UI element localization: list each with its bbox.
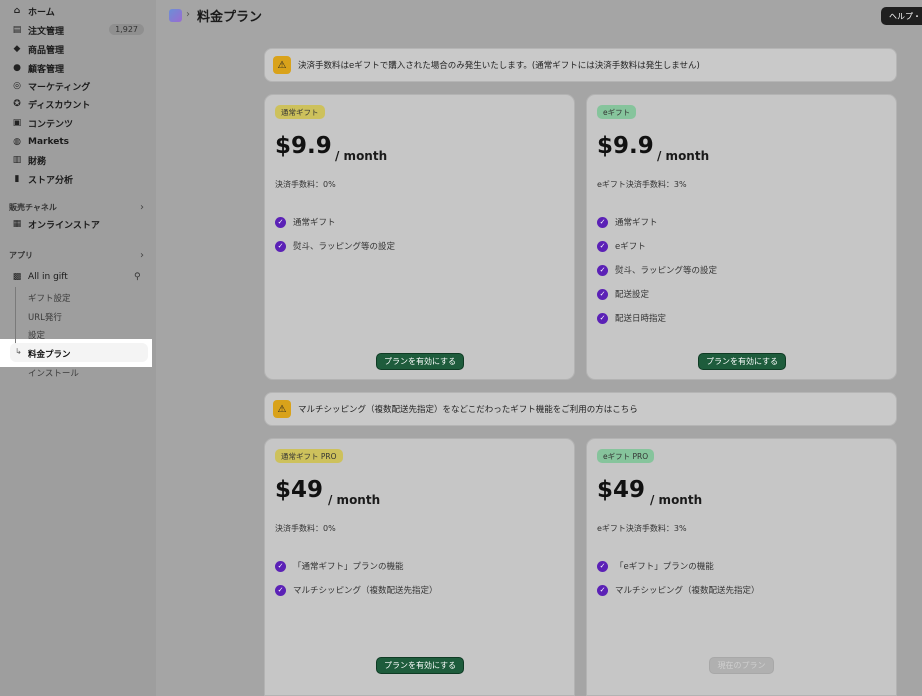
plan-fee: eギフト決済手数料：3% [597, 524, 687, 533]
plan-tag: 通常ギフト [275, 105, 325, 119]
check-circle-icon: ✓ [275, 216, 286, 228]
sidebar-item-markets[interactable]: ◍ Markets [0, 133, 150, 151]
feature-item: ✓ 「eギフト」プランの機能 [597, 560, 714, 572]
current-plan-button: 現在のプラン [709, 657, 774, 674]
feature-item: ✓ 「通常ギフト」プランの機能 [275, 560, 404, 572]
plan-price: $49 [275, 477, 324, 503]
app-logo-icon[interactable] [169, 9, 182, 22]
feature-item: ✓ 通常ギフト [597, 216, 658, 228]
sidebar-item-customers[interactable]: ● 顧客管理 [0, 59, 150, 77]
fee-notice-banner: ⚠ 決済手数料はeギフトで購入された場合のみ発生いたします。(通常ギフトには決済… [264, 48, 897, 82]
sidebar-item-analytics[interactable]: ▮ ストア分析 [0, 170, 150, 188]
plan-price: $49 [597, 477, 646, 503]
check-circle-icon: ✓ [597, 288, 608, 300]
plan-period: / month [650, 493, 703, 507]
activate-plan-button[interactable]: プランを有効にする [376, 353, 464, 370]
sidebar-subitem-install[interactable]: インストール [28, 367, 79, 379]
page-title: 料金プラン [197, 10, 263, 25]
plan-card-egift-pro: eギフト PRO $49 / month eギフト決済手数料：3% ✓ 「eギフト… [586, 438, 897, 696]
sidebar-item-orders[interactable]: ▤ 注文管理 1,927 [0, 21, 150, 39]
plan-price: $9.9 [597, 133, 654, 159]
check-circle-icon: ✓ [597, 560, 608, 572]
check-circle-icon: ✓ [597, 264, 608, 276]
pro-notice-banner: ⚠ マルチシッピング（複数配送先指定）をなどこだわったギフト機能をご利用の方はこ… [264, 392, 897, 426]
sidebar-subitem-pricing[interactable]: 料金プラン [28, 348, 71, 360]
plan-card-standard-pro: 通常ギフト PRO $49 / month 決済手数料：0% ✓ 「通常ギフト」プ… [264, 438, 575, 696]
plan-price: $9.9 [275, 133, 332, 159]
chart-icon: ▮ [14, 174, 20, 184]
inbox-icon: ▤ [12, 25, 22, 35]
check-circle-icon: ✓ [597, 216, 608, 228]
orders-count-badge: 1,927 [109, 24, 144, 35]
globe-icon: ◍ [13, 137, 21, 147]
bank-icon: ▥ [12, 155, 22, 165]
sidebar-item-discounts[interactable]: ✪ ディスカウント [0, 95, 150, 113]
feature-item: ✓ マルチシッピング（複数配送先指定） [597, 584, 760, 596]
chevron-right-icon[interactable]: › [140, 202, 144, 213]
breadcrumb-chevron-icon: › [186, 9, 190, 20]
feature-item: ✓ マルチシッピング（複数配送先指定） [275, 584, 438, 596]
sidebar-item-marketing[interactable]: ◎ マーケティング [0, 77, 150, 95]
sidebar-subitem-settings[interactable]: 設定 [28, 329, 45, 341]
sidebar-item-finance[interactable]: ▥ 財務 [0, 151, 150, 169]
plan-period: / month [657, 149, 710, 163]
sidebar-subitem-url[interactable]: URL発行 [28, 311, 62, 323]
feature-item: ✓ 熨斗、ラッピング等の設定 [275, 240, 395, 252]
sidebar-item-products[interactable]: ◆ 商品管理 [0, 40, 150, 58]
home-icon: ⌂ [13, 6, 21, 16]
check-circle-icon: ✓ [597, 312, 608, 324]
tag-icon: ◆ [13, 44, 21, 54]
help-button[interactable]: ヘルプ・ [881, 7, 922, 25]
person-icon: ● [13, 63, 21, 73]
content-icon: ▣ [12, 118, 22, 128]
sidebar-item-content[interactable]: ▣ コンテンツ [0, 114, 150, 132]
plan-tag: eギフト [597, 105, 637, 119]
plan-fee: 決済手数料：0% [275, 180, 336, 189]
chevron-right-icon[interactable]: › [140, 250, 144, 261]
check-circle-icon: ✓ [275, 240, 286, 252]
plan-fee: eギフト決済手数料：3% [597, 180, 687, 189]
check-circle-icon: ✓ [597, 240, 608, 252]
tree-branch-icon: ↳ [15, 347, 22, 356]
feature-item: ✓ 熨斗、ラッピング等の設定 [597, 264, 717, 276]
check-circle-icon: ✓ [275, 584, 286, 596]
sidebar-item-home[interactable]: ⌂ ホーム [0, 2, 150, 20]
check-circle-icon: ✓ [597, 584, 608, 596]
plan-tag: 通常ギフト PRO [275, 449, 343, 463]
warning-icon: ⚠ [273, 400, 291, 418]
app-icon: ▩ [12, 272, 22, 282]
store-icon: ▦ [12, 219, 22, 229]
feature-item: ✓ 配送設定 [597, 288, 649, 300]
sidebar-item-online-store[interactable]: ▦ オンラインストア [0, 215, 150, 233]
plan-card-egift: eギフト $9.9 / month eギフト決済手数料：3% ✓ 通常ギフト ✓ e… [586, 94, 897, 380]
sidebar: ⌂ ホーム ▤ 注文管理 1,927 ◆ 商品管理 ● 顧客管理 ◎ マーケティ… [0, 0, 156, 696]
plan-period: / month [335, 149, 388, 163]
activate-plan-button[interactable]: プランを有効にする [698, 353, 786, 370]
warning-icon: ⚠ [273, 56, 291, 74]
plan-period: / month [328, 493, 381, 507]
feature-item: ✓ eギフト [597, 240, 646, 252]
feature-item: ✓ 通常ギフト [275, 216, 336, 228]
activate-plan-button[interactable]: プランを有効にする [376, 657, 464, 674]
plan-fee: 決済手数料：0% [275, 524, 336, 533]
pin-icon[interactable]: ⚲ [134, 272, 141, 282]
target-icon: ◎ [13, 81, 21, 91]
sidebar-subitem-gift-settings[interactable]: ギフト設定 [28, 292, 71, 304]
check-circle-icon: ✓ [275, 560, 286, 572]
feature-item: ✓ 配送日時指定 [597, 312, 666, 324]
sidebar-item-app[interactable]: ▩ All in gift [0, 268, 150, 286]
apps-heading: アプリ [9, 251, 33, 260]
plan-card-standard: 通常ギフト $9.9 / month 決済手数料：0% ✓ 通常ギフト ✓ 熨斗、ラ… [264, 94, 575, 380]
plan-tag: eギフト PRO [597, 449, 655, 463]
discount-icon: ✪ [13, 99, 21, 109]
sales-channel-heading: 販売チャネル [9, 203, 57, 212]
